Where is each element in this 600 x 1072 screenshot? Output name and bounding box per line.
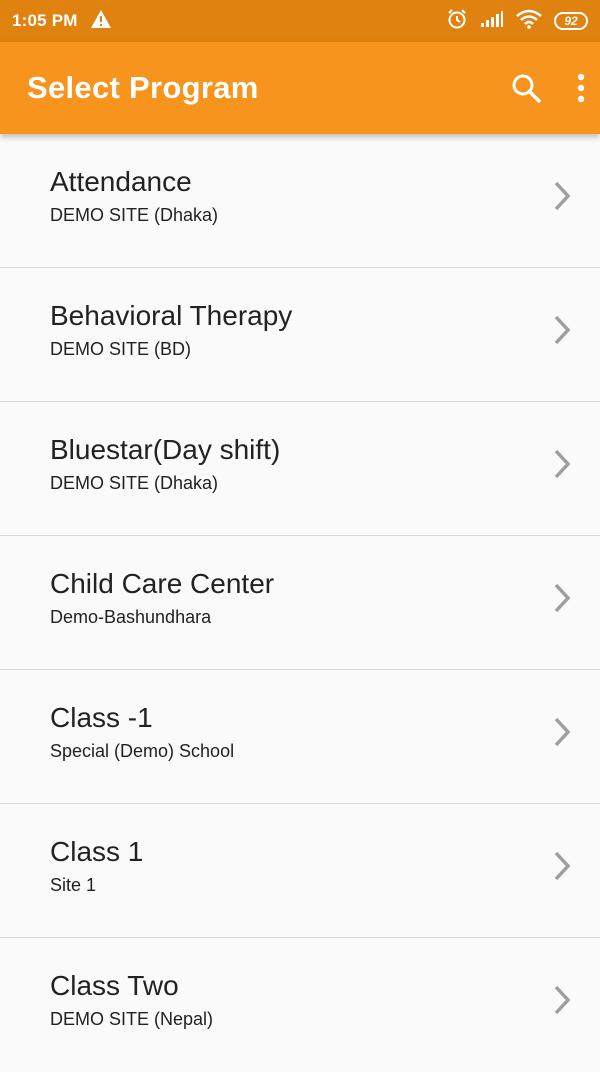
program-list-item[interactable]: Class 1 Site 1 (0, 804, 600, 938)
alarm-icon (446, 8, 468, 35)
program-name: Behavioral Therapy (50, 300, 293, 331)
program-site: DEMO SITE (BD) (50, 339, 192, 359)
program-name: Child Care Center (50, 568, 275, 599)
status-bar: 1:05 PM 92 (0, 0, 600, 42)
chevron-right-icon (552, 984, 572, 1021)
signal-icon (480, 10, 504, 33)
search-icon[interactable] (510, 72, 542, 104)
status-time: 1:05 PM (12, 11, 78, 30)
more-vert-icon[interactable] (576, 73, 586, 103)
program-site: Special (Demo) School (50, 741, 235, 761)
program-list-item[interactable]: Bluestar(Day shift) DEMO SITE (Dhaka) (0, 402, 600, 536)
battery-icon: 92 (554, 12, 588, 30)
program-site: DEMO SITE (Nepal) (50, 1009, 214, 1029)
program-name: Class 1 (50, 836, 144, 867)
program-list-item[interactable]: Class Two DEMO SITE (Nepal) (0, 938, 600, 1072)
status-right: 92 (446, 8, 588, 35)
program-list: Attendance DEMO SITE (Dhaka) Behavioral … (0, 134, 600, 1072)
warning-icon (90, 9, 112, 34)
program-site: Demo-Bashundhara (50, 607, 212, 627)
program-name: Class Two (50, 970, 179, 1001)
chevron-right-icon (552, 180, 572, 217)
chevron-right-icon (552, 448, 572, 485)
chevron-right-icon (552, 582, 572, 619)
battery-level: 92 (554, 12, 588, 30)
app-bar-actions (510, 72, 586, 104)
chevron-right-icon (552, 850, 572, 887)
program-site: Site 1 (50, 875, 97, 895)
app-bar: Select Program (0, 42, 600, 134)
program-list-item[interactable]: Behavioral Therapy DEMO SITE (BD) (0, 268, 600, 402)
program-list-item[interactable]: Child Care Center Demo-Bashundhara (0, 536, 600, 670)
program-name: Attendance (50, 166, 192, 197)
wifi-icon (516, 9, 542, 34)
program-site: DEMO SITE (Dhaka) (50, 205, 219, 225)
chevron-right-icon (552, 314, 572, 351)
page-title: Select Program (27, 70, 259, 105)
program-list-item[interactable]: Attendance DEMO SITE (Dhaka) (0, 134, 600, 268)
program-name: Bluestar(Day shift) (50, 434, 281, 465)
chevron-right-icon (552, 716, 572, 753)
program-name: Class -1 (50, 702, 153, 733)
program-site: DEMO SITE (Dhaka) (50, 473, 219, 493)
program-list-item[interactable]: Class -1 Special (Demo) School (0, 670, 600, 804)
status-left: 1:05 PM (12, 9, 112, 34)
